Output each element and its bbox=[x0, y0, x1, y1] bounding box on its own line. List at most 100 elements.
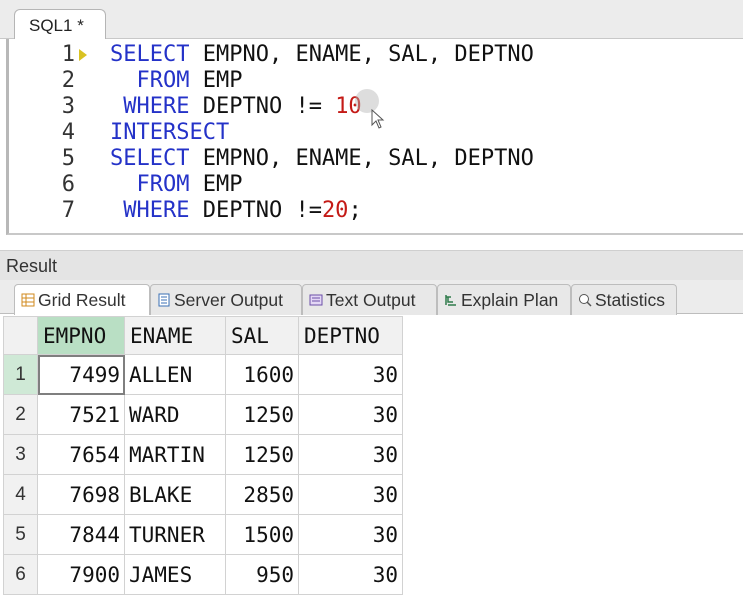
code-line[interactable]: 1 SELECT EMPNO, ENAME, SAL, DEPTNO bbox=[9, 42, 740, 68]
result-grid: EMPNO ENAME SAL DEPTNO 1 7499 ALLEN 1600 30 2… bbox=[3, 316, 403, 595]
current-line-arrow-icon bbox=[79, 49, 87, 61]
column-header-deptno[interactable]: DEPTNO bbox=[298, 316, 403, 355]
cell-deptno[interactable]: 30 bbox=[298, 554, 403, 595]
sql-text: EMP bbox=[189, 68, 243, 93]
tab-sql1[interactable]: SQL1 * bbox=[14, 9, 106, 40]
tab-label: Server Output bbox=[174, 290, 283, 310]
sql-keyword: SELECT bbox=[110, 146, 190, 171]
table-row[interactable]: 3 7654 MARTIN 1250 30 bbox=[3, 434, 403, 475]
cell-deptno[interactable]: 30 bbox=[298, 474, 403, 515]
line-number: 2 bbox=[61, 68, 75, 93]
cell-deptno[interactable]: 30 bbox=[298, 434, 403, 475]
result-panel-title: Result bbox=[0, 250, 743, 280]
tab-text-output[interactable]: Text Output bbox=[302, 284, 437, 315]
code-text: FROM EMP bbox=[110, 68, 243, 94]
cell-empno[interactable]: 7844 bbox=[37, 514, 125, 555]
line-number: 5 bbox=[61, 146, 75, 171]
tab-label: Text Output bbox=[326, 290, 416, 310]
cell-ename[interactable]: BLAKE bbox=[124, 474, 226, 515]
sql-keyword: WHERE bbox=[123, 198, 190, 223]
sql-text: EMPNO, ENAME, SAL, DEPTNO bbox=[189, 42, 534, 67]
code-text: INTERSECT bbox=[110, 120, 229, 146]
sql-text: ; bbox=[348, 198, 362, 223]
row-number[interactable]: 1 bbox=[3, 354, 38, 395]
tab-label: Grid Result bbox=[38, 290, 126, 310]
table-row[interactable]: 1 7499 ALLEN 1600 30 bbox=[3, 354, 403, 395]
tab-server-output[interactable]: Server Output bbox=[150, 284, 302, 315]
table-row[interactable]: 5 7844 TURNER 1500 30 bbox=[3, 514, 403, 555]
sql-editor[interactable]: 1 SELECT EMPNO, ENAME, SAL, DEPTNO 2 FROM … bbox=[6, 39, 743, 235]
cell-deptno[interactable]: 30 bbox=[298, 394, 403, 435]
cell-deptno[interactable]: 30 bbox=[298, 514, 403, 555]
cell-ename[interactable]: MARTIN bbox=[124, 434, 226, 475]
cell-ename[interactable]: JAMES bbox=[124, 554, 226, 595]
sql-text: DEPTNO != bbox=[189, 94, 336, 119]
explain-plan-icon bbox=[445, 295, 456, 306]
code-text: WHERE DEPTNO != 10 bbox=[110, 94, 361, 120]
server-output-icon bbox=[158, 293, 170, 307]
row-number[interactable]: 4 bbox=[3, 474, 38, 515]
row-number[interactable]: 5 bbox=[3, 514, 38, 555]
sql-keyword: WHERE bbox=[123, 94, 190, 119]
cell-sal[interactable]: 2850 bbox=[225, 474, 299, 515]
cell-sal[interactable]: 950 bbox=[225, 554, 299, 595]
sql-text: EMPNO, ENAME, SAL, DEPTNO bbox=[189, 146, 534, 171]
line-number: 3 bbox=[61, 94, 75, 119]
tab-label: Statistics bbox=[595, 290, 666, 310]
sql-keyword: SELECT bbox=[110, 42, 190, 67]
line-number: 7 bbox=[61, 198, 75, 223]
cell-ename[interactable]: WARD bbox=[124, 394, 226, 435]
code-line[interactable]: 7 WHERE DEPTNO !=20; bbox=[9, 198, 740, 224]
row-number[interactable]: 2 bbox=[3, 394, 38, 435]
grid-icon bbox=[21, 293, 35, 307]
code-line[interactable]: 6 FROM EMP bbox=[9, 172, 740, 198]
row-number[interactable]: 3 bbox=[3, 434, 38, 475]
sql-number: 20 bbox=[321, 198, 349, 223]
column-header-empno[interactable]: EMPNO bbox=[37, 316, 125, 355]
tab-statistics[interactable]: Statistics bbox=[571, 284, 677, 315]
cell-sal[interactable]: 1600 bbox=[225, 354, 299, 395]
tab-grid-result[interactable]: Grid Result bbox=[14, 284, 150, 315]
cell-empno[interactable]: 7900 bbox=[37, 554, 125, 595]
sql-text: DEPTNO != bbox=[189, 198, 322, 223]
result-tab-bar: Grid Result Server Output Text Output Ex… bbox=[0, 280, 743, 315]
result-title: Result bbox=[6, 256, 58, 276]
code-text: WHERE DEPTNO !=20; bbox=[110, 198, 362, 224]
cell-deptno[interactable]: 30 bbox=[298, 354, 403, 395]
mouse-pointer-icon bbox=[371, 109, 385, 129]
cell-sal[interactable]: 1500 bbox=[225, 514, 299, 555]
corner-cell[interactable] bbox=[3, 316, 38, 355]
statistics-icon bbox=[579, 294, 592, 307]
row-number[interactable]: 6 bbox=[3, 554, 38, 595]
table-row[interactable]: 6 7900 JAMES 950 30 bbox=[3, 554, 403, 595]
cell-sal[interactable]: 1250 bbox=[225, 434, 299, 475]
cell-empno[interactable]: 7654 bbox=[37, 434, 125, 475]
tab-label: Explain Plan bbox=[461, 290, 559, 310]
editor-tab-strip: SQL1 * bbox=[0, 0, 743, 40]
cell-sal[interactable]: 1250 bbox=[225, 394, 299, 435]
line-number: 1 bbox=[61, 42, 75, 67]
table-row[interactable]: 4 7698 BLAKE 2850 30 bbox=[3, 474, 403, 515]
table-row[interactable]: 2 7521 WARD 1250 30 bbox=[3, 394, 403, 435]
line-number: 4 bbox=[61, 120, 75, 145]
sql-keyword: FROM bbox=[136, 68, 190, 93]
column-header-ename[interactable]: ENAME bbox=[124, 316, 226, 355]
code-line[interactable]: 5 SELECT EMPNO, ENAME, SAL, DEPTNO bbox=[9, 146, 740, 172]
cell-empno[interactable]: 7698 bbox=[37, 474, 125, 515]
cell-empno[interactable]: 7499 bbox=[37, 354, 125, 395]
code-line[interactable]: 2 FROM EMP bbox=[9, 68, 740, 94]
code-text: SELECT EMPNO, ENAME, SAL, DEPTNO bbox=[110, 146, 534, 172]
line-number: 6 bbox=[61, 172, 75, 197]
column-header-sal[interactable]: SAL bbox=[225, 316, 299, 355]
cell-ename[interactable]: ALLEN bbox=[124, 354, 226, 395]
cell-empno[interactable]: 7521 bbox=[37, 394, 125, 435]
sql-text: EMP bbox=[189, 172, 243, 197]
sql-keyword: FROM bbox=[136, 172, 190, 197]
tab-explain-plan[interactable]: Explain Plan bbox=[437, 284, 571, 315]
cell-ename[interactable]: TURNER bbox=[124, 514, 226, 555]
code-text: SELECT EMPNO, ENAME, SAL, DEPTNO bbox=[110, 42, 534, 68]
